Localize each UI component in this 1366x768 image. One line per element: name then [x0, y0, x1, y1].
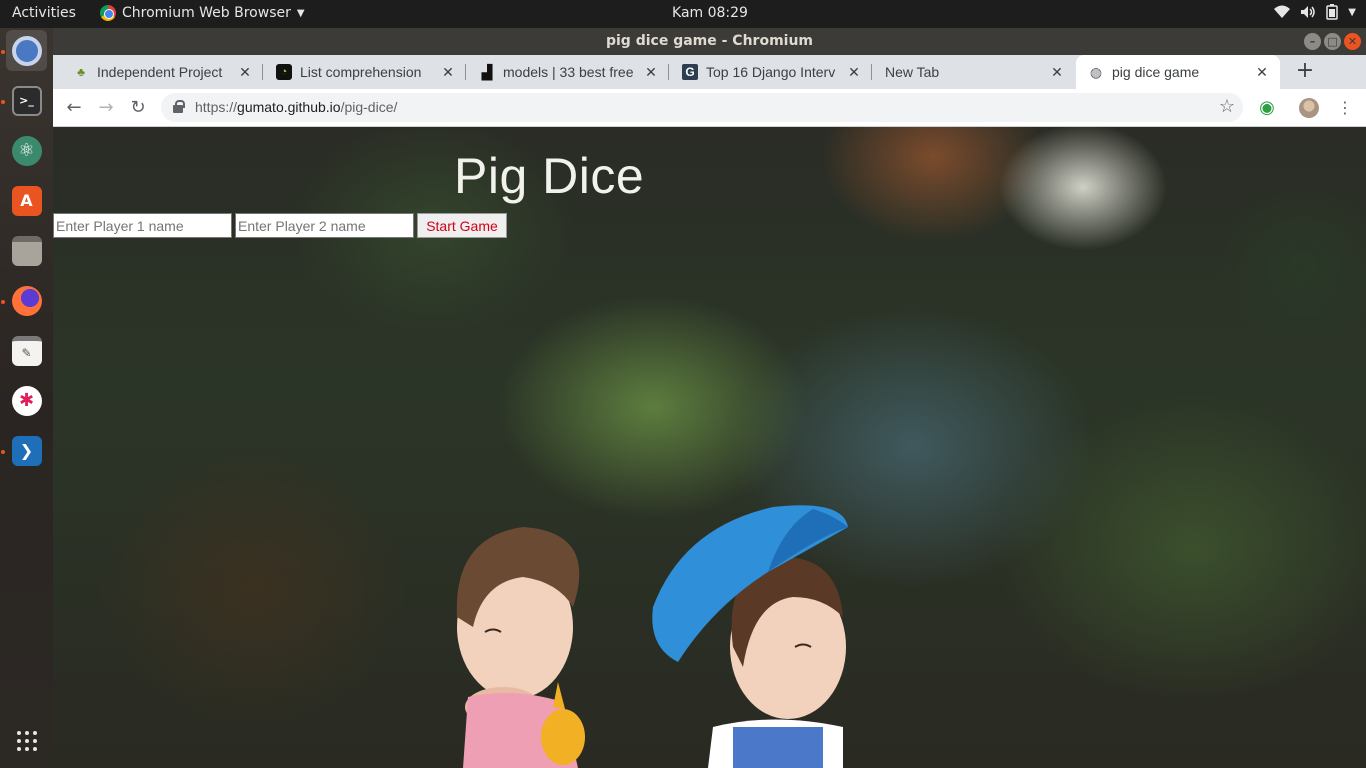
unsplash-icon: ▟ — [481, 63, 493, 80]
dock-vscode[interactable]: ❯ — [6, 430, 47, 471]
tab-title: Top 16 Django Interv — [706, 64, 836, 80]
vscode-icon: ❯ — [11, 435, 42, 466]
g-icon: G — [682, 64, 698, 80]
url-text: https://gumato.github.io/pig-dice/ — [195, 99, 397, 115]
battery-icon — [1326, 4, 1339, 20]
running-indicator — [1, 100, 5, 104]
plant-icon: ♣ — [77, 65, 85, 79]
minimize-button[interactable]: – — [1304, 33, 1321, 50]
window-title: pig dice game - Chromium — [605, 33, 814, 49]
dock-text-editor[interactable]: ✎ — [6, 330, 47, 371]
url-scheme: https:// — [195, 99, 238, 115]
chevron-down-icon: ▼ — [296, 7, 305, 19]
running-indicator — [1, 300, 5, 304]
dock-terminal[interactable]: >_ — [6, 80, 47, 121]
url-path: /pig-dice/ — [340, 99, 398, 115]
tab-title: New Tab — [885, 64, 940, 80]
clock-icon: ◔ — [276, 64, 292, 80]
chromium-icon — [11, 35, 42, 66]
tab-title: pig dice game — [1112, 64, 1200, 80]
dock-chromium[interactable] — [6, 30, 47, 71]
close-icon[interactable]: ✕ — [1254, 64, 1270, 81]
bookmark-star-icon[interactable]: ☆ — [1219, 96, 1235, 117]
dock-atom[interactable]: ⚛ — [6, 130, 47, 171]
dock-slack[interactable]: ✱ — [6, 380, 47, 421]
maximize-button[interactable]: □ — [1324, 33, 1341, 50]
dock-files[interactable] — [6, 230, 47, 271]
files-icon — [11, 235, 42, 266]
close-button[interactable]: ✕ — [1344, 33, 1361, 50]
volume-icon — [1301, 6, 1316, 18]
show-apps-button[interactable] — [6, 720, 47, 761]
atom-icon: ⚛ — [11, 135, 42, 166]
system-tray[interactable]: ▼ — [1274, 4, 1356, 20]
web-page: Pig Dice Start Game — [53, 127, 1366, 768]
software-center-icon: A — [11, 185, 42, 216]
close-icon[interactable]: ✕ — [237, 64, 253, 81]
extension-icon[interactable]: ◉ — [1255, 96, 1279, 120]
tab-title: models | 33 best free — [503, 64, 634, 80]
forward-icon[interactable]: → — [94, 96, 118, 120]
close-icon[interactable]: ✕ — [440, 64, 456, 81]
dock-software[interactable]: A — [6, 180, 47, 221]
back-icon[interactable]: ← — [62, 96, 86, 120]
tab-list-comprehension[interactable]: ◔ List comprehension ✕ — [256, 55, 466, 89]
girl-figurine — [456, 527, 585, 768]
tab-title: List comprehension — [300, 64, 422, 80]
close-icon[interactable]: ✕ — [1049, 64, 1065, 81]
globe-icon: ◍ — [1089, 63, 1103, 80]
new-tab-button[interactable]: + — [1291, 58, 1319, 86]
boy-figurine — [652, 505, 848, 768]
dock-firefox[interactable] — [6, 280, 47, 321]
activities-button[interactable]: Activities — [12, 5, 76, 21]
wifi-icon — [1274, 5, 1291, 18]
slack-icon: ✱ — [11, 385, 42, 416]
clock[interactable]: Kam 08:29 — [672, 5, 748, 21]
tab-pig-dice-game[interactable]: ◍ pig dice game ✕ — [1076, 55, 1280, 89]
lock-icon[interactable] — [173, 100, 185, 113]
terminal-icon: >_ — [11, 85, 42, 116]
menu-caret-icon: ▼ — [1348, 6, 1356, 18]
browser-window: pig dice game - Chromium – □ ✕ ♣ Indepen… — [53, 28, 1366, 768]
window-titlebar[interactable]: pig dice game - Chromium – □ ✕ — [53, 28, 1366, 55]
reload-icon[interactable]: ↻ — [126, 96, 150, 120]
tab-title: Independent Project — [97, 64, 223, 80]
running-indicator — [1, 450, 5, 454]
app-menu[interactable]: Chromium Web Browser ▼ — [100, 5, 305, 21]
menu-icon[interactable]: ⋮ — [1333, 96, 1357, 120]
chromium-icon — [100, 5, 116, 21]
tab-independent-project[interactable]: ♣ Independent Project ✕ — [53, 55, 263, 89]
running-indicator — [1, 50, 5, 54]
url-host: gumato.github.io — [237, 99, 341, 115]
close-icon[interactable]: ✕ — [846, 64, 862, 81]
firefox-icon — [11, 285, 42, 316]
browser-toolbar: ← → ↻ https://gumato.github.io/pig-dice/… — [53, 89, 1366, 127]
tab-new-tab[interactable]: New Tab ✕ — [865, 55, 1075, 89]
app-menu-label: Chromium Web Browser — [122, 5, 291, 21]
app-grid-icon — [16, 730, 37, 751]
dock: >_ ⚛ A ✎ ✱ ❯ — [0, 28, 53, 768]
tab-django[interactable]: G Top 16 Django Interv ✕ — [662, 55, 872, 89]
close-icon[interactable]: ✕ — [643, 64, 659, 81]
address-bar[interactable]: https://gumato.github.io/pig-dice/ ☆ — [161, 93, 1243, 122]
background-figurines-image — [456, 505, 848, 768]
tab-models[interactable]: ▟ models | 33 best free ✕ — [459, 55, 669, 89]
profile-avatar[interactable] — [1299, 98, 1319, 118]
gnome-top-bar: Activities Chromium Web Browser ▼ Kam 08… — [0, 0, 1366, 28]
tab-strip: ♣ Independent Project ✕ ◔ List comprehen… — [53, 55, 1366, 89]
text-editor-icon: ✎ — [11, 335, 42, 366]
